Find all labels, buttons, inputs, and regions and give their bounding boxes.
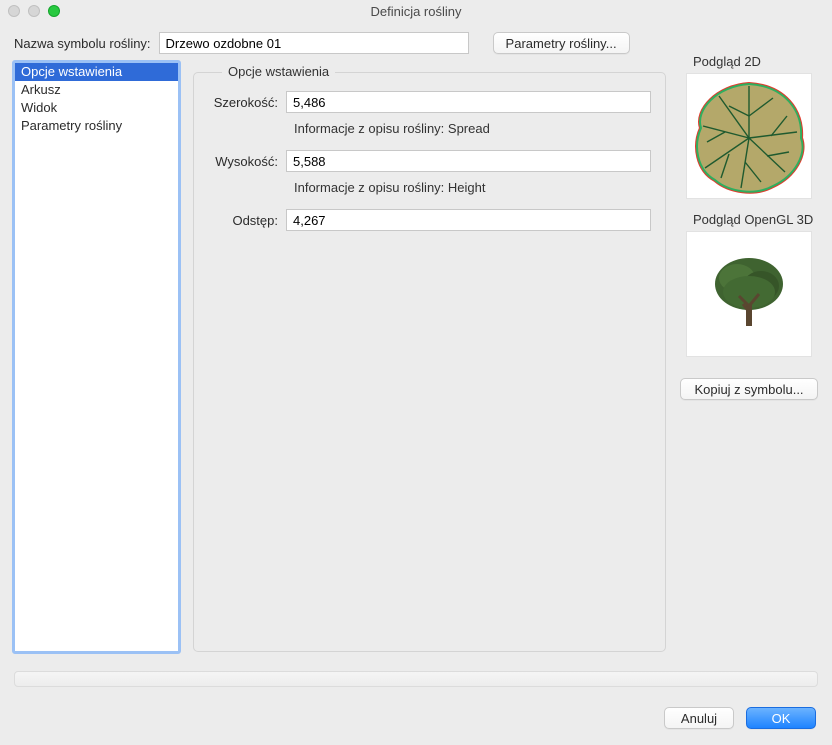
tree-top-icon <box>689 76 809 196</box>
height-input[interactable] <box>286 150 651 172</box>
copy-from-symbol-button[interactable]: Kopiuj z symbolu... <box>680 378 818 400</box>
cancel-button[interactable]: Anuluj <box>664 707 734 729</box>
close-icon[interactable] <box>8 5 20 17</box>
category-sidebar[interactable]: Opcje wstawienia Arkusz Widok Parametry … <box>14 62 179 652</box>
height-label: Wysokość: <box>208 154 286 169</box>
height-info: Informacje z opisu rośliny: Height <box>294 180 651 195</box>
preview-3d-image <box>686 231 812 357</box>
ok-button[interactable]: OK <box>746 707 816 729</box>
spacing-input[interactable] <box>286 209 651 231</box>
preview-2d-image <box>686 73 812 199</box>
width-label: Szerokość: <box>208 95 286 110</box>
dialog-footer: Anuluj OK <box>0 687 832 729</box>
symbol-name-input[interactable] <box>159 32 469 54</box>
titlebar: Definicja rośliny <box>0 0 832 22</box>
window-title: Definicja rośliny <box>0 4 832 19</box>
group-title: Opcje wstawienia <box>222 64 335 79</box>
preview-3d-title: Podgląd OpenGL 3D <box>689 212 817 227</box>
preview-column: Podgląd 2D <box>680 62 818 657</box>
sidebar-item-insert-options[interactable]: Opcje wstawienia <box>15 63 178 81</box>
preview-2d-title: Podgląd 2D <box>689 54 765 69</box>
spacing-label: Odstęp: <box>208 213 286 228</box>
window-controls <box>8 5 60 17</box>
sidebar-item-view[interactable]: Widok <box>15 99 178 117</box>
plant-params-button[interactable]: Parametry rośliny... <box>493 32 630 54</box>
width-input[interactable] <box>286 91 651 113</box>
tree-3d-icon <box>689 234 809 354</box>
preview-2d-group: Podgląd 2D <box>680 62 818 204</box>
preview-3d-group: Podgląd OpenGL 3D <box>680 220 818 362</box>
status-strip <box>14 671 818 687</box>
sidebar-item-sheet[interactable]: Arkusz <box>15 81 178 99</box>
sidebar-item-plant-params[interactable]: Parametry rośliny <box>15 117 178 135</box>
insert-options-group: Opcje wstawienia Szerokość: Informacje z… <box>193 72 666 652</box>
minimize-icon[interactable] <box>28 5 40 17</box>
width-info: Informacje z opisu rośliny: Spread <box>294 121 651 136</box>
symbol-name-label: Nazwa symbolu rośliny: <box>14 36 151 51</box>
center-panel: Opcje wstawienia Szerokość: Informacje z… <box>193 62 666 652</box>
zoom-icon[interactable] <box>48 5 60 17</box>
